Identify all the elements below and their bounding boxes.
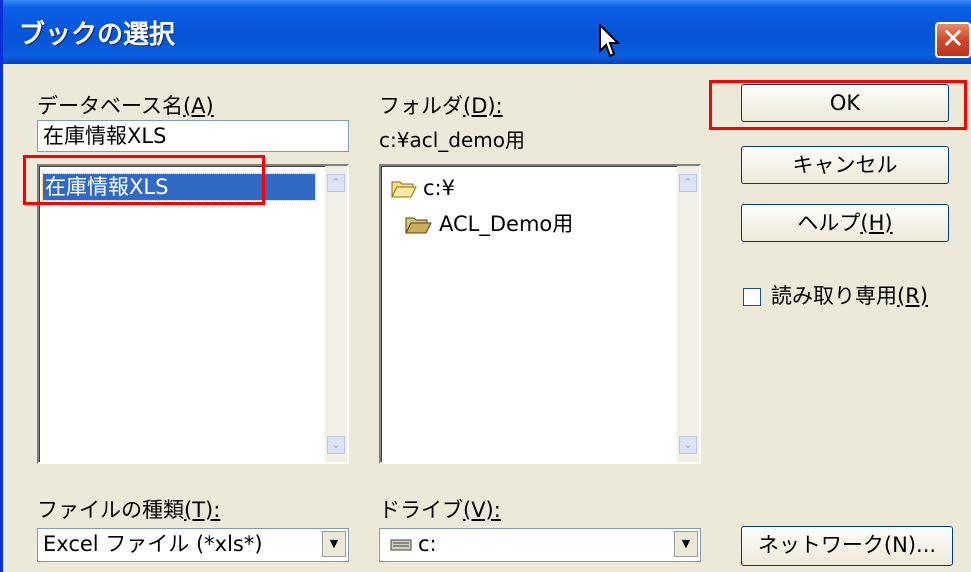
folder-tree-item-acl-demo[interactable]: ACL_Demo用 <box>405 208 573 238</box>
help-button-key: (H) <box>860 211 893 235</box>
drive-label-key: (V): <box>463 498 501 522</box>
scroll-up-icon[interactable]: ⌃ <box>679 174 697 192</box>
scroll-down-icon[interactable]: ⌄ <box>327 436 345 454</box>
chevron-down-icon[interactable]: ▼ <box>674 531 698 557</box>
file-type-select[interactable]: Excel ファイル (*xls*) ▼ <box>37 528 349 562</box>
folder-tree-item-root[interactable]: c:¥ <box>391 176 455 200</box>
scroll-up-icon[interactable]: ⌃ <box>327 174 345 192</box>
database-listbox[interactable]: 在庫情報XLS ⌃ ⌄ <box>37 164 349 464</box>
database-name-label-text: データベース名 <box>37 94 183 118</box>
network-button[interactable]: ネットワーク(N)... <box>741 526 953 566</box>
database-name-label-key: (A) <box>182 94 214 118</box>
file-type-label: ファイルの種類(T): <box>37 494 220 524</box>
folder-label: フォルダ(D): <box>379 90 503 120</box>
readonly-label-text: 読み取り専用 <box>771 284 897 308</box>
book-select-dialog: ブックの選択 ✕ データベース名(A) 在庫情報XLS 在庫情報XLS ⌃ ⌄ … <box>0 0 971 572</box>
scroll-down-icon[interactable]: ⌄ <box>679 436 697 454</box>
drive-label-text: ドライブ <box>379 498 463 522</box>
highlight-box-ok-button <box>709 80 967 130</box>
dialog-title: ブックの選択 <box>19 20 176 50</box>
drive-selected: c: <box>418 532 437 556</box>
highlight-box-database-item <box>23 155 265 205</box>
readonly-label-key: (R) <box>897 284 928 308</box>
file-type-label-text: ファイルの種類 <box>37 498 184 522</box>
title-bar[interactable]: ブックの選択 ✕ <box>3 0 971 64</box>
database-listbox-frame <box>39 166 347 462</box>
mouse-pointer-icon <box>599 24 621 58</box>
file-type-selected: Excel ファイル (*xls*) <box>43 532 263 556</box>
folder-tree[interactable]: c:¥ ACL_Demo用 ⌃ ⌄ <box>379 164 701 464</box>
database-name-input[interactable]: 在庫情報XLS <box>37 120 349 152</box>
chevron-down-icon[interactable]: ▼ <box>322 531 346 557</box>
drive-select[interactable]: c: ▼ <box>379 528 701 562</box>
folder-label-key: (D): <box>463 94 503 118</box>
close-button[interactable]: ✕ <box>935 22 971 58</box>
database-scrollbar[interactable]: ⌃ ⌄ <box>325 166 347 462</box>
file-type-label-key: (T): <box>184 498 221 522</box>
folder-scrollbar[interactable]: ⌃ ⌄ <box>677 166 699 462</box>
help-button-text: ヘルプ <box>797 211 861 235</box>
current-folder-path: c:¥acl_demo用 <box>379 128 525 152</box>
help-button[interactable]: ヘルプ(H) <box>741 204 949 242</box>
cancel-button[interactable]: キャンセル <box>741 146 949 184</box>
readonly-checkbox[interactable] <box>743 288 761 306</box>
folder-tree-item-root-label: c:¥ <box>423 176 455 200</box>
readonly-label[interactable]: 読み取り専用(R) <box>771 280 928 310</box>
folder-label-text: フォルダ <box>379 94 463 118</box>
drive-label: ドライブ(V): <box>379 494 501 524</box>
open-folder-icon <box>391 181 417 198</box>
database-name-label: データベース名(A) <box>37 90 214 120</box>
open-folder-icon <box>405 217 432 234</box>
drive-icon <box>390 539 412 551</box>
folder-tree-item-acl-demo-label: ACL_Demo用 <box>439 212 574 236</box>
